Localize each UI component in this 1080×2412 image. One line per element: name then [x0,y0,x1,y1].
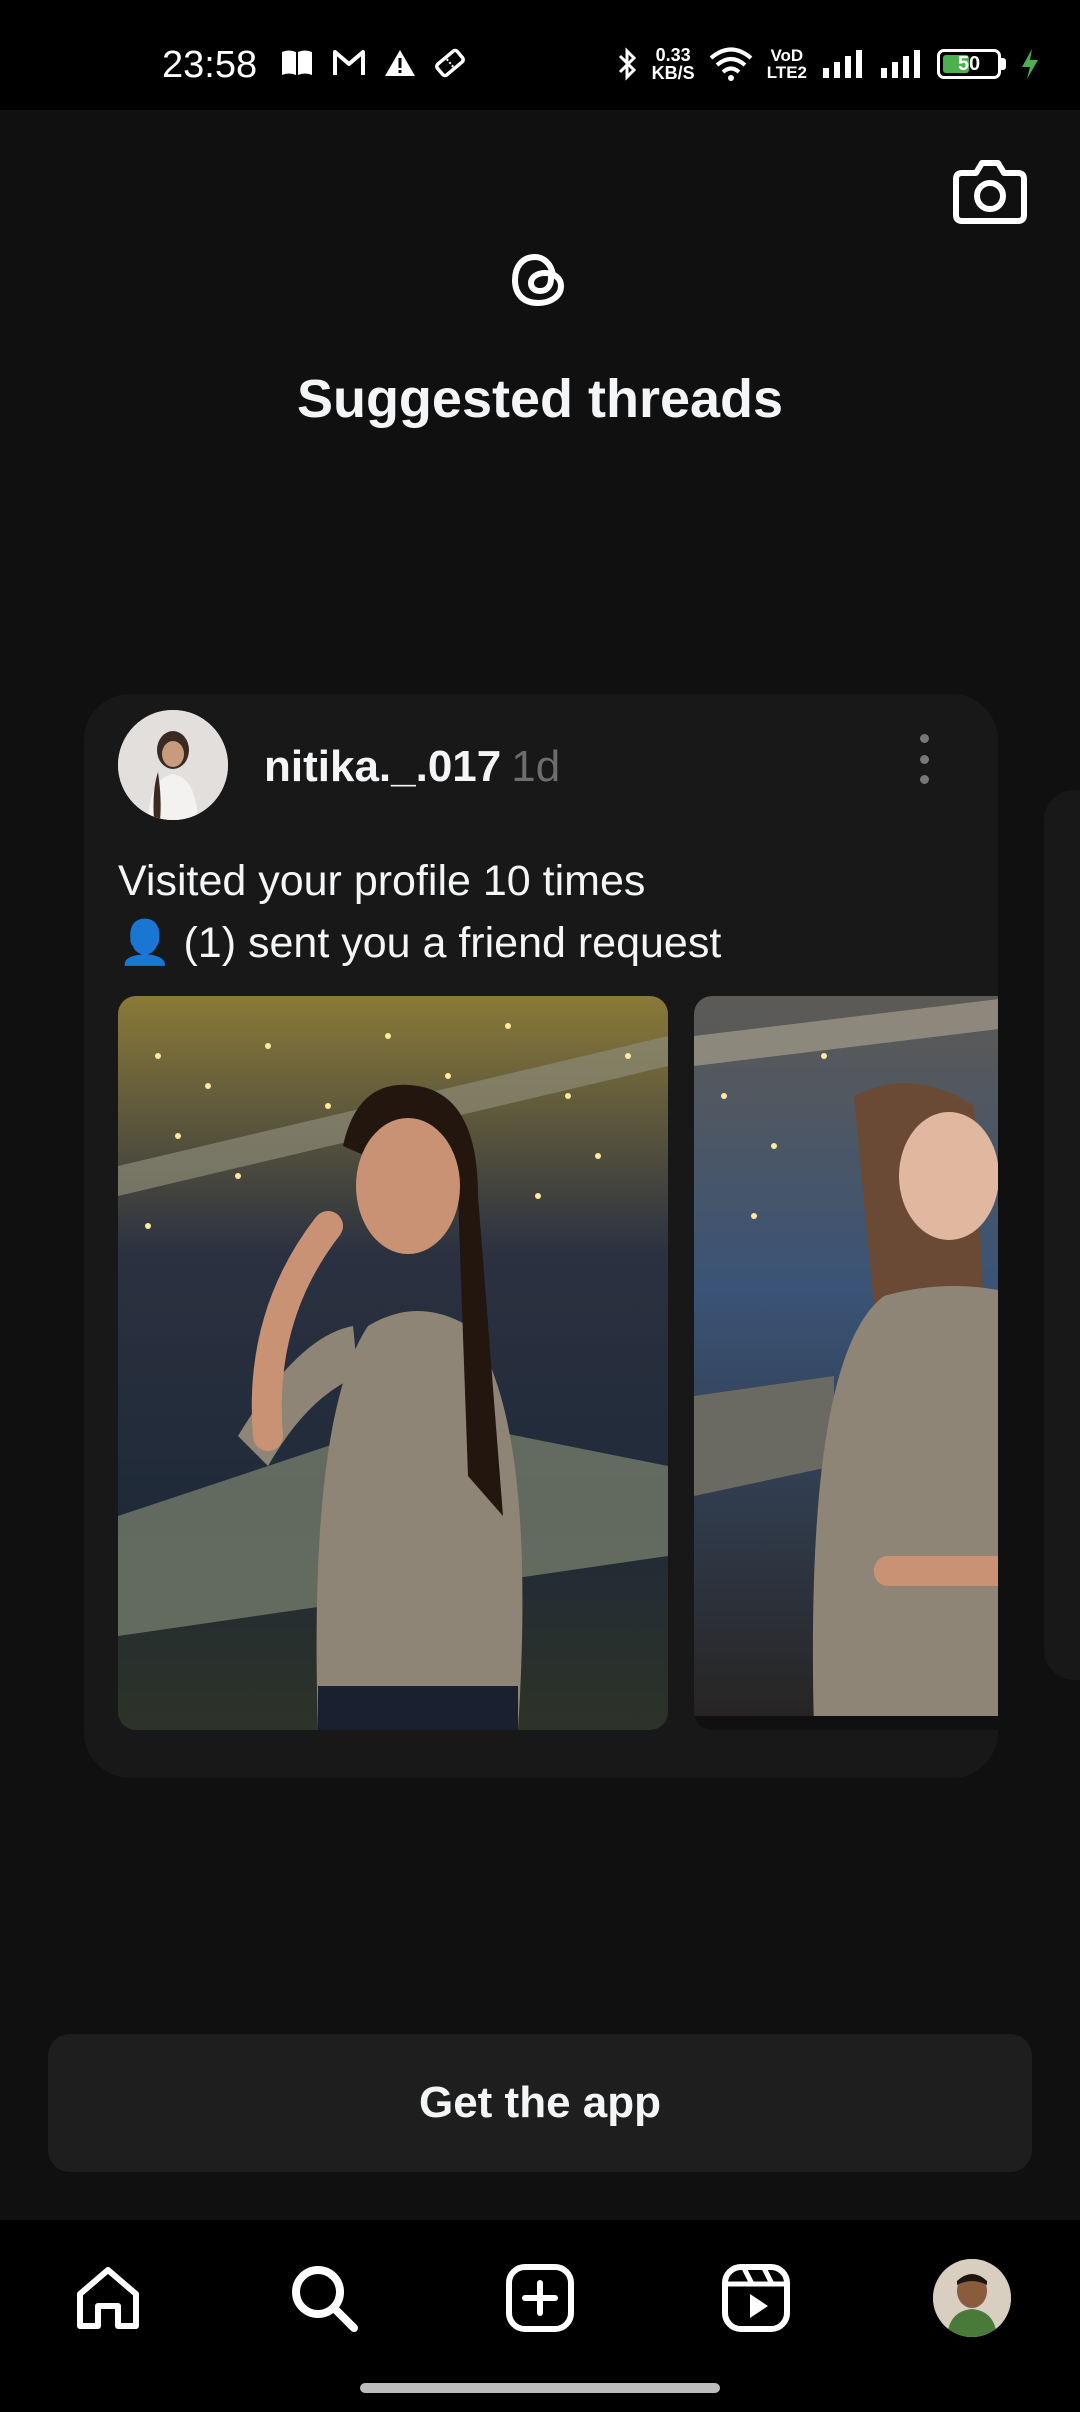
network-type-bottom: LTE2 [766,63,807,82]
threads-logo-icon [511,253,565,307]
post-photo-2-image [694,996,998,1730]
more-options-button[interactable] [914,734,934,784]
suggested-thread-card[interactable]: nitika._.017 1d Visited your profile 10 t… [84,694,998,1778]
dot-icon [919,734,929,743]
search-icon [292,2266,358,2332]
nav-home[interactable] [68,2258,148,2338]
nav-reels[interactable] [716,2258,796,2338]
next-card-preview[interactable] [1044,790,1080,1680]
book-icon [282,50,312,75]
battery-tip [1001,58,1006,70]
ticket-icon [435,48,465,78]
author-username-text: nitika._.017 [264,742,502,791]
home-icon [77,2267,139,2329]
profile-avatar-image [933,2259,1011,2337]
network-type-top: VoD [770,46,804,65]
nav-profile[interactable] [932,2258,1012,2338]
author-avatar[interactable] [118,710,228,820]
network-speed-unit: KB/S [651,63,695,83]
dot-icon [919,754,929,764]
gmail-icon [333,50,365,75]
bottom-nav [0,2220,1080,2412]
camera-button[interactable] [950,152,1030,232]
post-photo-1[interactable] [118,996,668,1730]
nav-create[interactable] [500,2258,580,2338]
profile-avatar [933,2259,1011,2337]
status-bar: 23:58 0.33 KB/S VoD LTE2 50 [0,0,1080,110]
network-type: VoD LTE2 [767,47,807,81]
reels-icon [722,2264,790,2332]
post-time: 1d [511,742,561,791]
signal-icon-sim1 [823,50,862,78]
page-title: Suggested threads [296,369,784,429]
post-text: Visited your profile 10 times 👤 (1) sent… [118,850,721,974]
notification-icons [280,48,466,78]
post-photo-1-image [118,996,668,1730]
post-text-line1: Visited your profile 10 times [118,857,646,905]
dot-icon [919,775,929,784]
battery-level: 50 [957,52,981,75]
status-time: 23:58 [162,44,258,86]
warning-icon [385,50,415,76]
nav-search[interactable] [284,2258,364,2338]
post-photo-2[interactable] [694,996,998,1730]
author-username[interactable]: nitika._.017 1d [264,742,560,792]
create-icon [506,2264,574,2332]
wifi-icon [709,47,752,81]
network-speed: 0.33 KB/S [652,46,695,82]
get-app-button[interactable]: Get the app [48,2034,1032,2172]
system-icons: 0.33 KB/S VoD LTE2 50 [616,46,1040,82]
battery-indicator: 50 [937,49,1001,79]
signal-icon-sim2 [881,50,920,78]
author-avatar-image [118,710,228,820]
network-speed-value: 0.33 [655,45,691,65]
charging-icon [1022,49,1038,79]
post-text-line2: 👤 (1) sent you a friend request [118,919,722,967]
bluetooth-icon [618,47,636,81]
gesture-bar [360,2383,720,2393]
camera-icon [953,160,1027,224]
